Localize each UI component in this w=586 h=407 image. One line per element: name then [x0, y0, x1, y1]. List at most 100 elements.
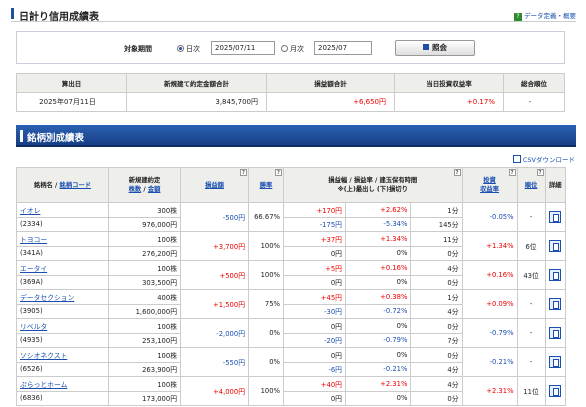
- detail-icon[interactable]: [549, 269, 562, 281]
- help-link-label[interactable]: データ定義・概要: [524, 12, 576, 20]
- stock-name[interactable]: トヨコー: [16, 231, 109, 247]
- win-rate: 75%: [248, 289, 284, 319]
- col-detail: 詳細: [544, 167, 567, 203]
- submit-label: 照会: [432, 43, 447, 52]
- detail-icon[interactable]: [549, 385, 562, 397]
- stock-table: 銘柄名 / 銘柄コード 新規建約定 株数 / 金額 ? 損益額 ? 勝率 ? 損益幅 /…: [16, 167, 567, 406]
- help-icon[interactable]: ?: [508, 169, 516, 176]
- page-header: 日計り信用成績表 ? データ定義・概要: [11, 6, 576, 23]
- daily-radio-label: 日次: [186, 45, 200, 53]
- summary-roi: +0.17%: [394, 92, 504, 112]
- monthly-radio-dot[interactable]: [281, 45, 288, 52]
- stock-code: (6526): [16, 361, 109, 377]
- detail-cell: [544, 202, 567, 232]
- stock-code: (3905): [16, 303, 109, 319]
- rank: 11位: [516, 376, 546, 406]
- stock-name[interactable]: データセクション: [16, 289, 109, 305]
- submit-button[interactable]: 照会: [395, 40, 475, 56]
- win-rate: 0%: [248, 318, 284, 348]
- monthly-date-input[interactable]: 2025/07: [314, 41, 372, 55]
- stock-name-link[interactable]: ソシオネクスト: [20, 352, 67, 360]
- stock-name[interactable]: リベルタ: [16, 318, 109, 334]
- detail-icon[interactable]: [549, 211, 562, 223]
- sort-rank-link[interactable]: 順位: [525, 182, 538, 189]
- up-rate: 0%: [344, 347, 412, 363]
- col-rank[interactable]: ? 順位: [516, 167, 546, 203]
- up-time: 4分: [410, 260, 463, 276]
- summary-header: 当日投資収益率: [394, 73, 504, 93]
- up-time: 1分: [410, 202, 463, 218]
- monthly-radio[interactable]: 月次: [281, 44, 304, 54]
- sort-roi-link-2[interactable]: 収益率: [480, 186, 499, 193]
- sort-code-link[interactable]: 銘柄コード: [60, 182, 91, 189]
- stock-name[interactable]: ぷらっとホーム: [16, 376, 109, 392]
- down-rate: -0.72%: [344, 303, 412, 319]
- rank: -: [516, 347, 546, 377]
- sort-win-link[interactable]: 勝率: [260, 182, 273, 189]
- win-rate: 66.67%: [248, 202, 284, 232]
- detail-cell: [544, 289, 567, 319]
- sort-shares-link[interactable]: 株数: [129, 186, 142, 193]
- detail-icon[interactable]: [549, 240, 562, 252]
- up-width: +170円: [283, 202, 346, 218]
- amount: 976,000円: [108, 216, 181, 232]
- down-time: 145分: [410, 216, 463, 232]
- detail-icon[interactable]: [549, 356, 562, 368]
- stock-name[interactable]: エータイ: [16, 260, 109, 276]
- detail-icon[interactable]: [549, 327, 562, 339]
- csv-download-link[interactable]: CSVダウンロード: [512, 154, 575, 164]
- stock-name[interactable]: ソシオネクスト: [16, 347, 109, 363]
- table-row: リベルタ 100株 -2,000円 0% 0円 0% 0分 -0.79% -: [16, 318, 567, 348]
- help-icon[interactable]: ?: [536, 169, 544, 176]
- stock-code: (369A): [16, 274, 109, 290]
- col-contract-label: 新規建約定: [128, 177, 161, 184]
- stock-name-link[interactable]: ぷらっとホーム: [20, 381, 67, 389]
- stock-code: (4935): [16, 332, 109, 348]
- csv-icon: [512, 155, 521, 163]
- up-rate: +1.34%: [344, 231, 412, 247]
- down-rate: 0%: [344, 390, 412, 406]
- col-pl[interactable]: ? 損益額: [180, 167, 249, 203]
- win-rate: 100%: [248, 260, 284, 290]
- shares: 300株: [108, 202, 181, 218]
- stock-name-link[interactable]: イオレ: [20, 207, 40, 215]
- win-rate: 100%: [248, 376, 284, 406]
- roi: +0.09%: [461, 289, 518, 319]
- stock-name-link[interactable]: エータイ: [20, 265, 47, 273]
- daily-radio-dot[interactable]: [177, 45, 184, 52]
- sort-amount-link[interactable]: 金額: [148, 186, 161, 193]
- stock-name-link[interactable]: トヨコー: [20, 236, 47, 244]
- detail-cell: [544, 347, 567, 377]
- help-link[interactable]: ? データ定義・概要: [514, 10, 576, 21]
- help-icon[interactable]: ?: [240, 169, 247, 176]
- roi: +0.16%: [461, 260, 518, 290]
- down-rate: 0%: [344, 245, 412, 261]
- up-time: 0分: [410, 318, 463, 334]
- sort-roi-link[interactable]: 投資: [483, 177, 496, 184]
- csv-label[interactable]: CSVダウンロード: [523, 156, 575, 164]
- help-icon[interactable]: ?: [453, 169, 461, 176]
- col-name[interactable]: 銘柄名 / 銘柄コード: [16, 167, 109, 203]
- stock-name-link[interactable]: リベルタ: [20, 323, 47, 331]
- summary-rank: -: [503, 92, 565, 112]
- stock-name[interactable]: イオレ: [16, 202, 109, 218]
- detail-cell: [544, 260, 567, 290]
- submit-icon: [423, 44, 429, 50]
- table-row: ソシオネクスト 100株 -550円 0% 0円 0% 0分 -0.21% -: [16, 347, 567, 377]
- help-icon[interactable]: ?: [275, 169, 282, 176]
- summary-amount: 3,845,700円: [126, 92, 267, 112]
- shares: 100株: [108, 376, 181, 392]
- down-width: -175円: [283, 216, 346, 232]
- up-time: 11分: [410, 231, 463, 247]
- detail-icon[interactable]: [549, 298, 562, 310]
- sort-pl-link[interactable]: 損益額: [205, 182, 224, 189]
- col-roi[interactable]: ? 投資収益率: [461, 167, 518, 203]
- down-width: -6円: [283, 361, 346, 377]
- daily-date-input[interactable]: 2025/07/11: [211, 41, 275, 55]
- col-win[interactable]: ? 勝率: [248, 167, 284, 203]
- table-row: エータイ 100株 +500円 100% +5円 +0.16% 4分 +0.16% 43位: [16, 260, 567, 290]
- pl-amount: -2,000円: [180, 318, 249, 348]
- table-row: トヨコー 100株 +3,700円 100% +37円 +1.34% 11分 +1.34% 6位: [16, 231, 567, 261]
- daily-radio[interactable]: 日次: [177, 44, 200, 54]
- stock-name-link[interactable]: データセクション: [20, 294, 74, 302]
